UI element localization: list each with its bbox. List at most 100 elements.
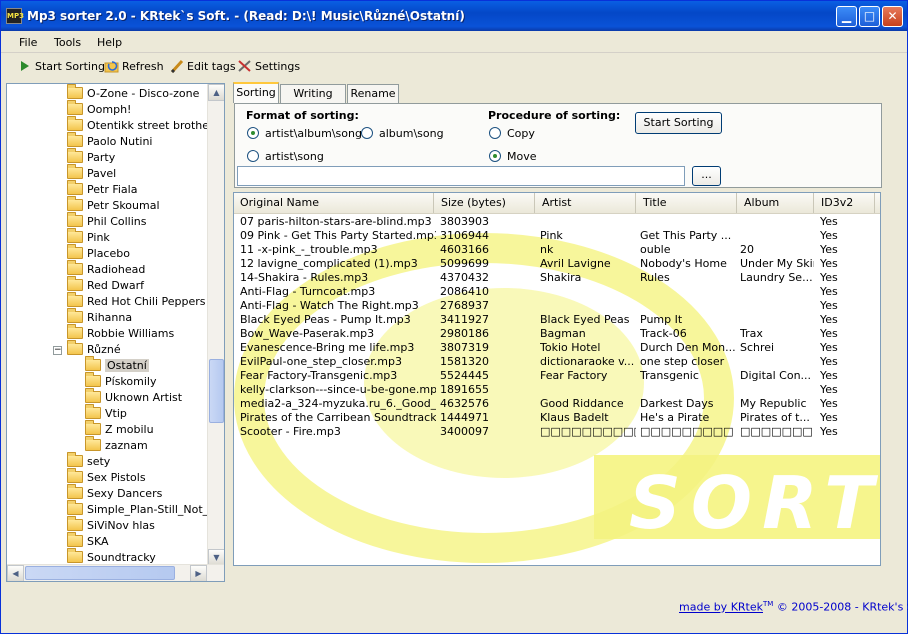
radio-copy[interactable]: Copy <box>489 127 535 140</box>
tree-item[interactable]: Oomph! <box>67 100 131 118</box>
tree-item[interactable]: Petr Fiala <box>67 180 137 198</box>
table-row[interactable]: 07 paris-hilton-stars-are-blind.mp3 38039… <box>234 215 880 229</box>
maximize-button[interactable]: □ <box>859 6 880 27</box>
tree-item[interactable]: zaznam <box>85 436 148 454</box>
tree-item[interactable]: Paolo Nutini <box>67 132 153 150</box>
tree-item-label: zaznam <box>105 439 148 452</box>
tree-item[interactable]: Ostatní <box>85 356 149 374</box>
tab-sorting[interactable]: Sorting <box>233 82 279 103</box>
tree-item[interactable]: Uknown Artist <box>85 388 182 406</box>
settings-tool[interactable]: Settings <box>237 59 300 75</box>
folder-tree[interactable]: O-Zone - Disco-zone Oomph! Otentikk street… <box>6 83 225 582</box>
col-size[interactable]: Size (bytes) <box>435 193 535 213</box>
tree-item[interactable]: Phil Collins <box>67 212 147 230</box>
scroll-thumb[interactable] <box>209 359 224 423</box>
start-sorting-tool[interactable]: Start Sorting <box>17 59 105 75</box>
radio-artist-album-song[interactable]: artist\album\song <box>247 127 362 140</box>
table-row[interactable]: Evanescence-Bring me life.mp3 3807319 Toki… <box>234 341 880 355</box>
table-row[interactable]: 12 lavigne_complicated (1).mp3 5099699 Avr… <box>234 257 880 271</box>
scroll-up-button[interactable]: ▲ <box>208 84 224 101</box>
tab-rename[interactable]: Rename <box>347 84 399 103</box>
table-row[interactable]: 09 Pink - Get This Party Started.mp3 3106… <box>234 229 880 243</box>
radio-label: artist\album\song <box>265 127 362 140</box>
tree-vertical-scrollbar[interactable]: ▲ ▼ <box>207 84 224 566</box>
tree-item[interactable]: Placebo <box>67 244 130 262</box>
tree-item[interactable]: Sexy Dancers <box>67 484 162 502</box>
scroll-right-button[interactable]: ▶ <box>190 565 207 581</box>
tree-item[interactable]: Sex Pistols <box>67 468 146 486</box>
table-row[interactable]: Fear Factory-Transgenic.mp3 5524445 Fear F… <box>234 369 880 383</box>
table-row[interactable]: Anti-Flag - Turncoat.mp3 2086410 Yes <box>234 285 880 299</box>
folder-icon <box>67 84 83 99</box>
close-button[interactable]: ✕ <box>882 6 903 27</box>
hscroll-thumb[interactable] <box>25 566 175 580</box>
tree-item-label: Různé <box>87 343 121 356</box>
tree-item-label: Phil Collins <box>87 215 147 228</box>
folder-icon <box>85 436 101 451</box>
table-row[interactable]: 11 -x-pink_-_trouble.mp3 4603166 nk ouble 20… <box>234 243 880 257</box>
table-row[interactable]: Anti-Flag - Watch The Right.mp3 2768937 Ye… <box>234 299 880 313</box>
menu-file[interactable]: File <box>19 36 37 49</box>
table-row[interactable]: media2-a_324-myzuka.ru_6._Good_... 463257… <box>234 397 880 411</box>
tree-item[interactable]: Red Dwarf <box>67 276 144 294</box>
table-row[interactable]: kelly-clarkson---since-u-be-gone.mp3 1891… <box>234 383 880 397</box>
collapse-toggle[interactable]: − <box>53 346 62 355</box>
tree-item[interactable]: Radiohead <box>67 260 145 278</box>
tree-item[interactable]: Rihanna <box>67 308 132 326</box>
table-cell: Yes <box>820 285 838 298</box>
menu-help[interactable]: Help <box>97 36 122 49</box>
table-row[interactable]: Black Eyed Peas - Pump It.mp3 3411927 Blac… <box>234 313 880 327</box>
table-row[interactable]: EvilPaul-one_step_closer.mp3 1581320 dicti… <box>234 355 880 369</box>
col-id3v2[interactable]: ID3v2 <box>815 193 875 213</box>
app-window: MP3 Mp3 sorter 2.0 - KRtek`s Soft. - (Re… <box>0 0 908 634</box>
table-cell: 3411927 <box>440 313 489 326</box>
file-list[interactable]: SORT Original Name Size (bytes) Artist T… <box>233 192 881 566</box>
tab-writing-tags[interactable]: Writing tags <box>280 84 346 117</box>
table-row[interactable]: Pirates of the Carribean Soundtrack -...… <box>234 411 880 425</box>
browse-button[interactable]: ... <box>692 166 721 186</box>
table-cell: Pump It <box>640 313 683 326</box>
table-cell: media2-a_324-myzuka.ru_6._Good_... <box>240 397 436 410</box>
table-cell: Good Riddance <box>540 397 624 410</box>
table-cell: Pirates of the Carribean Soundtrack -... <box>240 411 436 424</box>
start-sorting-button[interactable]: Start Sorting <box>635 112 722 134</box>
title-bar[interactable]: MP3 Mp3 sorter 2.0 - KRtek`s Soft. - (Re… <box>1 1 907 31</box>
radio-move[interactable]: Move <box>489 150 537 163</box>
col-album[interactable]: Album <box>738 193 814 213</box>
tree-item[interactable]: Robbie Williams <box>67 324 174 342</box>
col-title[interactable]: Title <box>637 193 737 213</box>
target-path-input[interactable] <box>237 166 685 186</box>
radio-artist-song[interactable]: artist\song <box>247 150 324 163</box>
tree-item[interactable]: Otentikk street brothers <box>67 116 219 134</box>
col-artist[interactable]: Artist <box>536 193 636 213</box>
radio-album-song[interactable]: album\song <box>361 127 444 140</box>
table-cell <box>740 285 814 299</box>
folder-icon <box>67 196 83 211</box>
radio-label: Copy <box>507 127 535 140</box>
tree-item[interactable]: Red Hot Chili Peppers <box>67 292 206 310</box>
tree-item[interactable]: SiViNov hlas <box>67 516 155 534</box>
tree-item[interactable]: Simple_Plan-Still_Not_Ge <box>67 500 223 518</box>
tree-item[interactable]: Z mobilu <box>85 420 154 438</box>
col-original-name[interactable]: Original Name <box>234 193 434 213</box>
credits-author[interactable]: made by KRtek <box>679 601 763 614</box>
table-cell <box>640 285 736 299</box>
table-row[interactable]: Scooter - Fire.mp3 3400097 □□□□□□□□□□ □□□□□… <box>234 425 880 439</box>
tree-item[interactable]: Pískomily <box>85 372 156 390</box>
refresh-tool[interactable]: Refresh <box>104 59 164 75</box>
minimize-button[interactable]: ▁ <box>836 6 857 27</box>
tree-item[interactable]: Petr Skoumal <box>67 196 160 214</box>
table-row[interactable]: 14-Shakira - Rules.mp3 4370432 Shakira Rule… <box>234 271 880 285</box>
folder-icon <box>67 228 83 243</box>
table-cell: 3106944 <box>440 229 489 242</box>
table-cell: Yes <box>820 383 838 396</box>
tree-item[interactable]: O-Zone - Disco-zone <box>67 84 199 102</box>
edit-tags-tool[interactable]: Edit tags <box>169 59 236 75</box>
menu-tools[interactable]: Tools <box>54 36 81 49</box>
table-row[interactable]: Bow_Wave-Paserak.mp3 2980186 Bagman Track-0… <box>234 327 880 341</box>
folder-icon <box>67 468 83 483</box>
scroll-left-button[interactable]: ◀ <box>7 565 24 581</box>
menu-bar: File Tools Help <box>1 31 907 53</box>
tree-horizontal-scrollbar[interactable]: ◀ ▶ <box>7 564 224 581</box>
credits-link[interactable]: made by KRtekTM © 2005-2008 - KRtek's So… <box>679 600 908 614</box>
